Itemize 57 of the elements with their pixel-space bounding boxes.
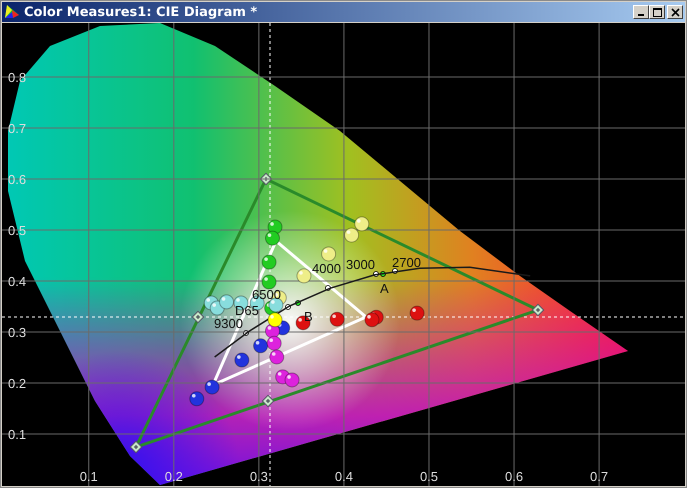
tick-label: 0.1 [80,469,98,484]
tick-label: 0.3 [250,469,268,484]
curve-point [295,300,301,306]
curve-point [325,285,331,291]
minimize-icon [638,14,644,16]
minimize-button[interactable] [633,5,649,19]
curve-label: 6500 [252,287,281,302]
data-point [296,268,312,284]
data-point [262,274,277,290]
data-point [410,306,425,321]
data-point [268,312,283,328]
data-point [264,230,280,246]
data-point [189,391,204,406]
curve-label: 4000 [312,261,341,276]
data-point [344,228,360,243]
data-point [253,338,268,354]
data-point [354,216,370,232]
tick-label: 0.8 [8,70,26,86]
tick-label: 0.7 [8,121,26,136]
data-point [364,312,380,328]
maximize-icon [652,8,662,16]
data-point [266,336,282,351]
data-point [219,294,234,310]
data-point [234,352,250,368]
target-marker [260,172,272,186]
close-button[interactable] [667,5,683,19]
data-point [321,246,336,262]
tick-label: 0.2 [8,376,26,391]
target-marker [262,394,274,408]
tick-label: 0.6 [8,172,26,188]
tick-label: 0.7 [590,469,608,484]
colorful-triangle-icon [4,4,20,20]
curve-point [392,268,398,274]
curve-label: 2700 [392,255,421,270]
tick-label: 0.6 [505,469,524,484]
data-point [262,254,277,270]
curve-point [285,304,291,310]
curve-point [243,330,249,336]
tick-label: 0.5 [8,223,26,238]
window-title: Color Measures1: CIE Diagram * [24,4,258,20]
tick-label: 0.4 [8,274,26,290]
tick-label: 0.3 [8,325,26,340]
tick-label: 0.4 [334,469,353,484]
tick-label: 0.1 [8,427,26,442]
data-point [284,372,300,388]
curve-label: D65 [235,303,259,318]
maximize-button[interactable] [649,5,665,19]
curve-label: 3000 [346,257,375,272]
target-marker [130,440,142,454]
curve-label: A [380,281,389,296]
data-point [330,312,345,327]
target-marker [532,304,544,316]
data-point [204,380,220,395]
target-marker [192,310,204,324]
tick-label: 0.5 [420,469,438,484]
close-icon [670,8,680,16]
data-point [269,350,284,364]
